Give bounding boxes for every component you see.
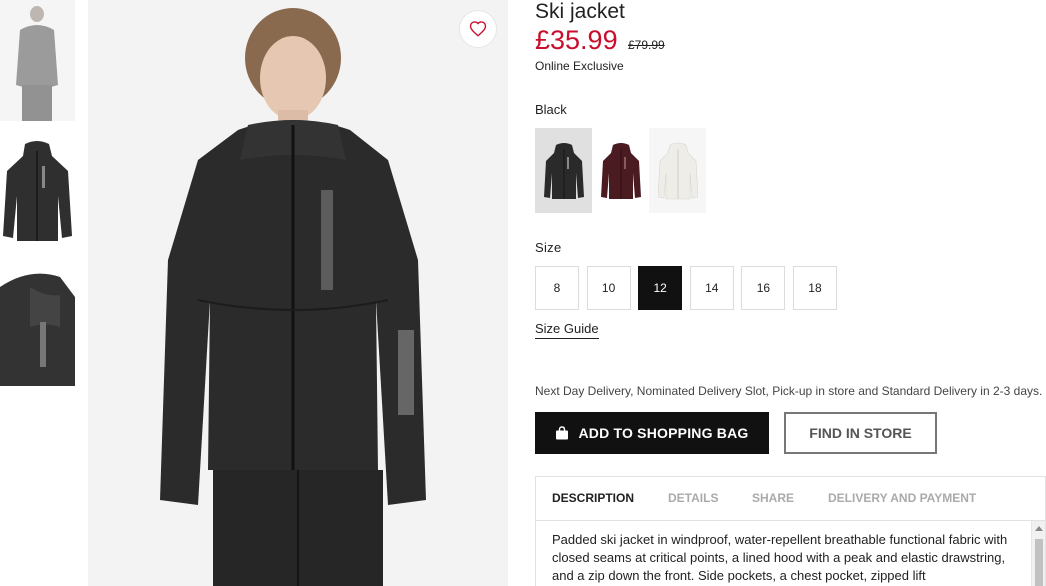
description-scrollbar[interactable] [1031,521,1045,586]
size-label: Size [535,240,562,255]
thumbnail-jacket-detail[interactable] [0,267,75,386]
scrollbar-thumb[interactable] [1035,539,1043,586]
black-jacket-swatch-image [543,142,584,199]
product-title: Ski jacket [535,0,625,23]
jacket-flat-thumbnail-image [0,136,75,248]
product-tabs-panel: DESCRIPTION DETAILS SHARE DELIVERY AND P… [535,476,1046,586]
color-swatch-black[interactable] [535,128,592,213]
add-to-bag-label: ADD TO SHOPPING BAG [578,425,749,441]
add-to-bag-button[interactable]: ADD TO SHOPPING BAG [535,412,769,454]
thumbnail-jacket-flat[interactable] [0,136,75,248]
selected-color-label: Black [535,102,567,117]
color-swatch-white[interactable] [649,128,706,213]
model-front-thumbnail-image [0,0,75,121]
size-option-16[interactable]: 16 [741,266,786,310]
size-option-8[interactable]: 8 [535,266,579,310]
main-product-image [88,0,508,586]
size-guide-link[interactable]: Size Guide [535,321,599,339]
product-price: £35.99 [535,25,618,55]
size-option-10[interactable]: 10 [586,266,631,310]
tab-share[interactable]: SHARE [752,491,794,505]
tab-delivery-and-payment[interactable]: DELIVERY AND PAYMENT [828,491,976,505]
size-option-12[interactable]: 12 [638,266,683,310]
white-jacket-swatch-image [657,142,698,199]
favorite-button[interactable] [459,10,497,48]
delivery-info: Next Day Delivery, Nominated Delivery Sl… [535,384,1043,398]
heart-icon [469,21,487,37]
availability-label: Online Exclusive [535,59,624,73]
thumbnail-model-front[interactable] [0,0,75,121]
size-selector: 8 10 12 14 16 18 [535,266,845,310]
tab-details[interactable]: DETAILS [668,491,718,505]
tab-description[interactable]: DESCRIPTION [552,491,634,505]
shopping-bag-icon [556,426,569,440]
find-in-store-button[interactable]: FIND IN STORE [784,412,937,454]
burgundy-jacket-swatch-image [600,142,641,199]
product-description: Padded ski jacket in windproof, water-re… [552,532,1008,583]
color-swatch-burgundy[interactable] [592,128,649,213]
product-tabs: DESCRIPTION DETAILS SHARE DELIVERY AND P… [536,477,1045,521]
model-wearing-ski-jacket-image [88,0,508,586]
original-price: £79.99 [628,38,665,52]
size-option-14[interactable]: 14 [689,266,734,310]
jacket-detail-thumbnail-image [0,267,75,386]
color-swatches [535,128,706,213]
size-option-18[interactable]: 18 [792,266,837,310]
scroll-up-arrow-icon[interactable] [1035,526,1043,531]
